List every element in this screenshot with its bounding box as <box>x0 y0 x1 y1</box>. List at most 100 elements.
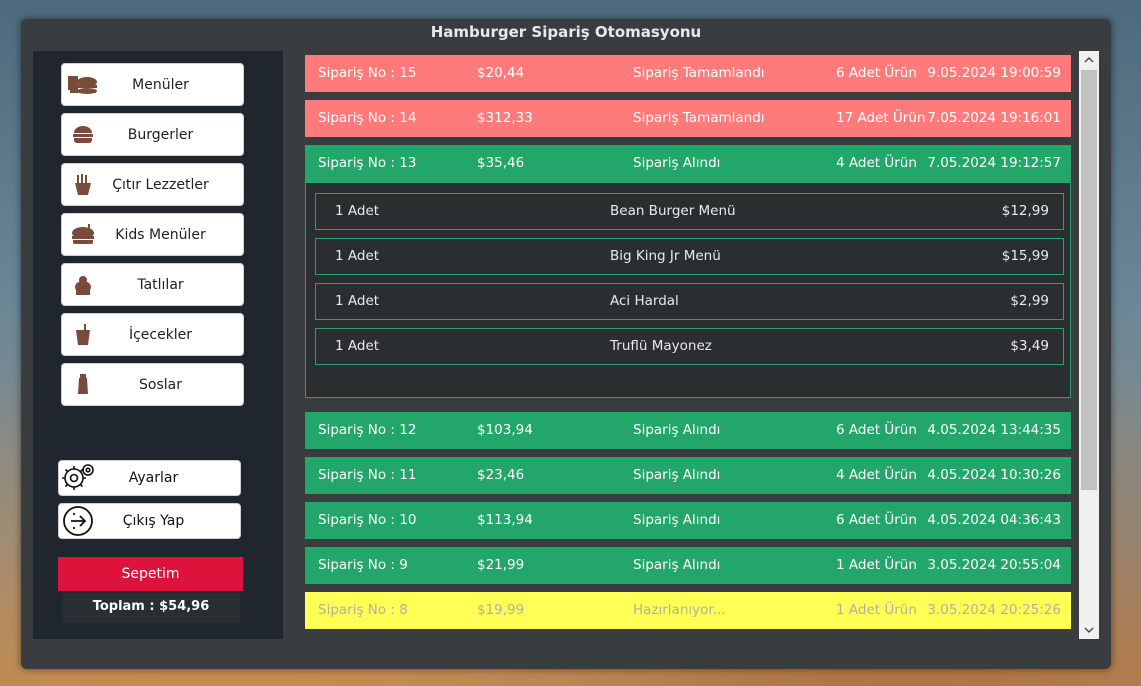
order-date: 4.05.2024 13:44:35 <box>927 422 1061 438</box>
order-item-row: 1 Adet Aci Hardal $2,99 <box>315 283 1064 320</box>
order-date: 4.05.2024 10:30:26 <box>927 467 1061 483</box>
item-price: $3,49 <box>1010 338 1049 354</box>
burger-menu-icon <box>62 72 104 98</box>
logout-label: Çıkış Yap <box>122 513 185 529</box>
order-row[interactable]: Sipariş No : 12 $103,94 Sipariş Alındı 6… <box>305 412 1071 449</box>
order-item-count: 6 Adet Ürün <box>836 65 917 81</box>
menu-label: Menüler <box>132 76 189 93</box>
order-date: 3.05.2024 20:25:26 <box>927 602 1061 618</box>
order-number: Sipariş No : 11 <box>318 467 417 483</box>
settings-button[interactable]: Ayarlar <box>58 460 241 496</box>
orders-list: Sipariş No : 15 $20,44 Sipariş Tamamland… <box>305 51 1071 639</box>
fries-icon <box>62 173 104 196</box>
order-price: $19,99 <box>477 602 525 618</box>
order-item-count: 1 Adet Ürün <box>836 557 917 573</box>
item-name: Aci Hardal <box>610 293 679 309</box>
settings-label: Ayarlar <box>128 470 179 486</box>
app-window: Hamburger Sipariş Otomasyonu Menüler Bur… <box>21 19 1111 669</box>
item-quantity: 1 Adet <box>335 338 380 354</box>
menu-button-tatlilar[interactable]: Tatlılar <box>61 263 244 306</box>
order-item-row: 1 Adet Truflü Mayonez $3,49 <box>315 328 1064 365</box>
menu-label: Çıtır Lezzetler <box>112 176 209 193</box>
order-price: $35,46 <box>477 155 525 171</box>
menu-button-menuler[interactable]: Menüler <box>61 63 244 106</box>
sauce-icon <box>62 373 104 396</box>
order-row[interactable]: Sipariş No : 10 $113,94 Sipariş Alındı 6… <box>305 502 1071 539</box>
order-date: 7.05.2024 19:12:57 <box>927 155 1061 171</box>
item-name: Truflü Mayonez <box>610 338 712 354</box>
order-row-expanded[interactable]: Sipariş No : 13 $35,46 Sipariş Alındı 4 … <box>305 145 1071 182</box>
item-price: $15,99 <box>1001 248 1049 264</box>
window-title: Hamburger Sipariş Otomasyonu <box>430 23 702 41</box>
burger-icon <box>62 125 104 145</box>
scroll-thumb[interactable] <box>1081 70 1097 490</box>
order-item-count: 4 Adet Ürün <box>836 467 917 483</box>
item-quantity: 1 Adet <box>335 203 380 219</box>
order-status: Sipariş Alındı <box>633 512 721 528</box>
menu-label: İçecekler <box>128 326 193 343</box>
order-price: $312,33 <box>477 110 533 126</box>
order-row[interactable]: Sipariş No : 14 $312,33 Sipariş Tamamlan… <box>305 100 1071 137</box>
order-status: Sipariş Tamamlandı <box>633 65 765 81</box>
item-quantity: 1 Adet <box>335 293 380 309</box>
menu-button-citir-lezzetler[interactable]: Çıtır Lezzetler <box>61 163 244 206</box>
order-row[interactable]: Sipariş No : 15 $20,44 Sipariş Tamamland… <box>305 55 1071 92</box>
order-number: Sipariş No : 9 <box>318 557 408 573</box>
order-status: Sipariş Tamamlandı <box>633 110 765 126</box>
order-number: Sipariş No : 10 <box>318 512 417 528</box>
gear-icon <box>59 461 97 495</box>
sidebar: Menüler Burgerler Çıtır Lezzetler Kids M… <box>33 51 283 639</box>
drink-icon <box>62 323 104 346</box>
order-item-count: 17 Adet Ürün <box>836 110 926 126</box>
order-number: Sipariş No : 14 <box>318 110 417 126</box>
item-name: Bean Burger Menü <box>610 203 736 219</box>
item-name: Big King Jr Menü <box>610 248 721 264</box>
menu-label: Tatlılar <box>137 276 184 293</box>
order-item-count: 6 Adet Ürün <box>836 512 917 528</box>
order-row[interactable]: Sipariş No : 11 $23,46 Sipariş Alındı 4 … <box>305 457 1071 494</box>
order-price: $113,94 <box>477 512 533 528</box>
order-item-row: 1 Adet Big King Jr Menü $15,99 <box>315 238 1064 275</box>
order-price: $21,99 <box>477 557 525 573</box>
order-item-row: 1 Adet Bean Burger Menü $12,99 <box>315 193 1064 230</box>
order-number: Sipariş No : 12 <box>318 422 417 438</box>
order-price: $23,46 <box>477 467 525 483</box>
order-status: Sipariş Alındı <box>633 557 721 573</box>
order-status: Sipariş Alındı <box>633 155 721 171</box>
item-quantity: 1 Adet <box>335 248 380 264</box>
menu-button-burgerler[interactable]: Burgerler <box>61 113 244 156</box>
order-item-count: 6 Adet Ürün <box>836 422 917 438</box>
item-price: $12,99 <box>1001 203 1049 219</box>
order-date: 4.05.2024 04:36:43 <box>927 512 1061 528</box>
order-status: Sipariş Alındı <box>633 467 721 483</box>
kids-meal-icon <box>62 223 104 246</box>
order-number: Sipariş No : 15 <box>318 65 417 81</box>
order-number: Sipariş No : 13 <box>318 155 417 171</box>
item-price: $2,99 <box>1010 293 1049 309</box>
order-date: 9.05.2024 19:00:59 <box>927 65 1061 81</box>
menu-label: Burgerler <box>127 126 194 143</box>
order-number: Sipariş No : 8 <box>318 602 408 618</box>
logout-icon <box>59 505 97 537</box>
order-item-count: 4 Adet Ürün <box>836 155 917 171</box>
scroll-up-arrow[interactable] <box>1079 51 1099 69</box>
order-row[interactable]: Sipariş No : 8 $19,99 Hazırlanıyor... 1 … <box>305 592 1071 629</box>
order-status: Hazırlanıyor... <box>633 602 726 618</box>
order-date: 3.05.2024 20:55:04 <box>927 557 1061 573</box>
menu-button-icecekler[interactable]: İçecekler <box>61 313 244 356</box>
menu-label: Soslar <box>139 376 182 393</box>
menu-button-soslar[interactable]: Soslar <box>61 363 244 406</box>
logout-button[interactable]: Çıkış Yap <box>58 503 241 539</box>
order-row[interactable]: Sipariş No : 9 $21,99 Sipariş Alındı 1 A… <box>305 547 1071 584</box>
cart-button[interactable]: Sepetim <box>58 557 243 591</box>
scroll-down-arrow[interactable] <box>1079 621 1099 639</box>
cart-total: Toplam : $54,96 <box>62 593 240 623</box>
menu-button-kids-menuler[interactable]: Kids Menüler <box>61 213 244 256</box>
order-details-panel: 1 Adet Bean Burger Menü $12,99 1 Adet Bi… <box>305 182 1071 398</box>
dessert-icon <box>62 274 104 296</box>
menu-label: Kids Menüler <box>115 226 206 243</box>
orders-scrollbar[interactable] <box>1079 51 1099 639</box>
order-date: 7.05.2024 19:16:01 <box>927 110 1061 126</box>
order-price: $20,44 <box>477 65 525 81</box>
order-status: Sipariş Alındı <box>633 422 721 438</box>
